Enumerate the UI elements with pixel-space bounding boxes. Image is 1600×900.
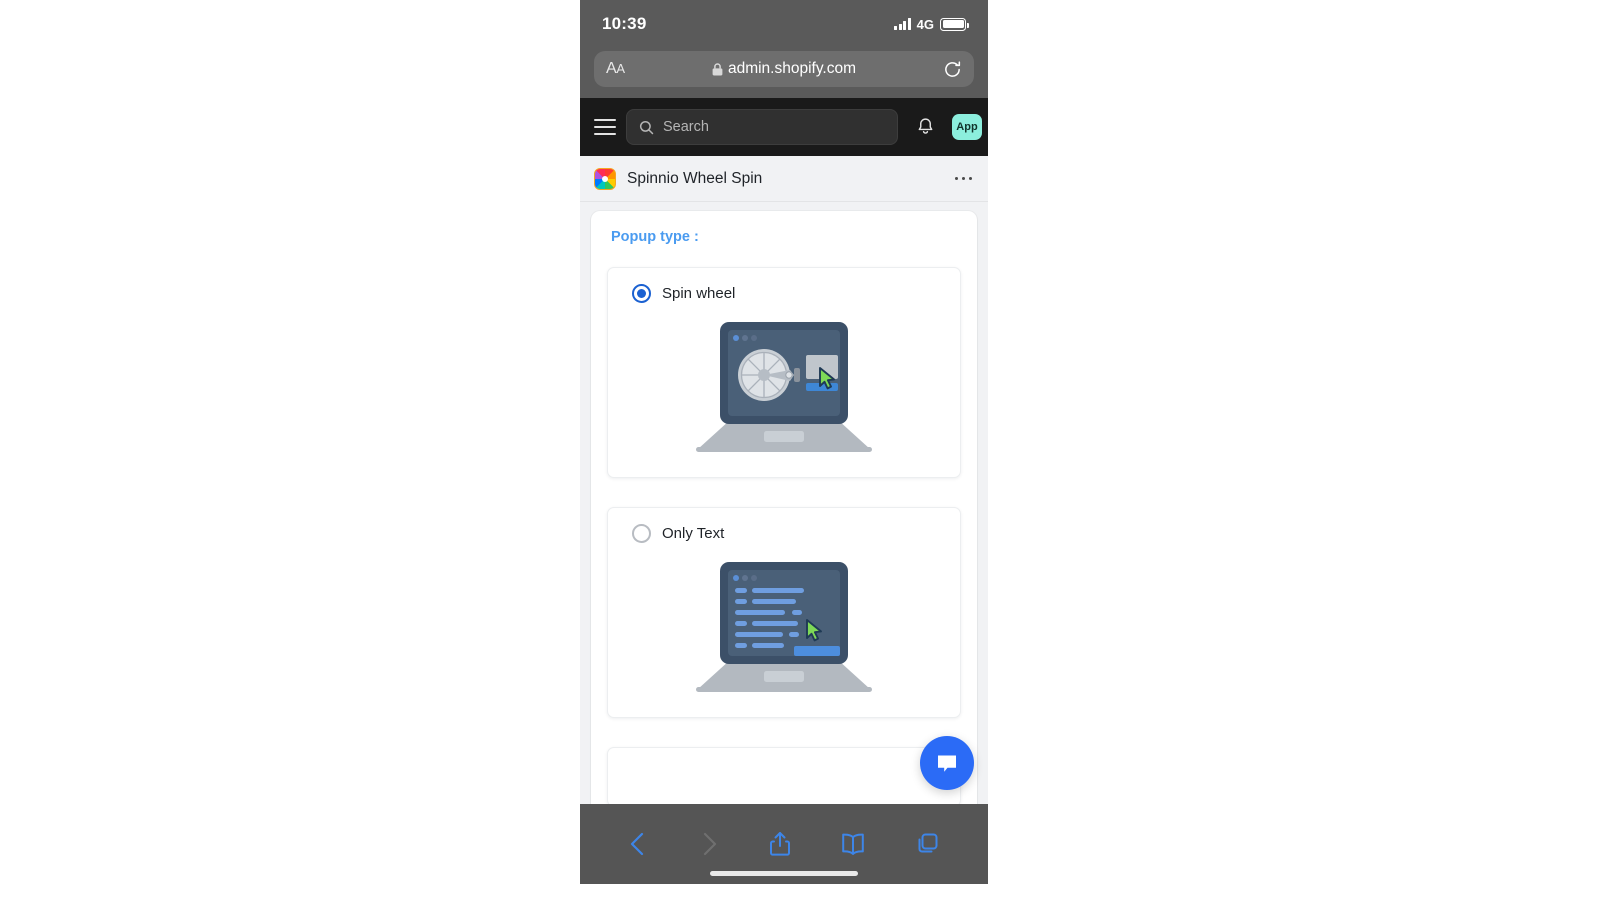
ios-status-bar: 10:39 4G <box>580 0 988 48</box>
option-card-only-text[interactable]: Only Text <box>607 507 961 718</box>
settings-card: Popup type : Spin wheel Only Text <box>591 211 977 804</box>
app-header-bar: Spinnio Wheel Spin <box>580 156 988 202</box>
url-text: admin.shopify.com <box>727 60 857 77</box>
book-icon[interactable] <box>840 830 866 858</box>
page-scroll-region[interactable]: Popup type : Spin wheel Only Text <box>580 202 988 804</box>
home-indicator <box>710 871 858 876</box>
tabs-icon[interactable] <box>915 830 941 858</box>
status-bar-time: 10:39 <box>602 14 647 33</box>
option-card-spin-wheel[interactable]: Spin wheel <box>607 267 961 478</box>
signal-bars-icon <box>894 18 911 30</box>
battery-full-icon <box>940 17 969 31</box>
chevron-right-icon <box>698 830 720 858</box>
safari-url-bar-container: AA admin.shopify.com <box>580 48 988 98</box>
status-bar-indicators: 4G <box>894 16 969 32</box>
option-header: Spin wheel <box>608 284 960 303</box>
laptop-only-text-illustration <box>684 553 884 708</box>
option-label: Spin wheel <box>662 285 736 302</box>
safari-url-bar[interactable]: AA admin.shopify.com <box>594 51 974 87</box>
reload-icon[interactable] <box>943 60 962 79</box>
account-badge[interactable]: App <box>952 114 982 140</box>
option-card-partial[interactable] <box>607 747 961 804</box>
more-horizontal-icon[interactable] <box>954 169 972 189</box>
chat-bubble-icon[interactable] <box>920 736 974 790</box>
popup-type-options: Spin wheel Only Text <box>591 245 977 804</box>
status-bar-network: 4G <box>916 16 934 32</box>
search-input[interactable]: Search <box>626 109 898 145</box>
laptop-spin-wheel-illustration <box>684 313 884 468</box>
section-label-popup-type: Popup type : <box>611 229 699 245</box>
radio-spin-wheel[interactable] <box>632 284 651 303</box>
shopify-top-nav: Search App <box>580 98 988 156</box>
bell-icon[interactable] <box>908 117 942 137</box>
url-display: admin.shopify.com <box>594 60 974 78</box>
share-icon[interactable] <box>769 830 791 858</box>
page-title: Spinnio Wheel Spin <box>627 169 763 187</box>
web-content-viewport: Search App Spinnio Wheel Spin Popup type… <box>580 98 988 804</box>
chevron-left-icon[interactable] <box>627 830 649 858</box>
hamburger-menu-icon[interactable] <box>594 119 616 135</box>
lock-icon <box>712 62 723 75</box>
spinnio-app-icon <box>594 167 616 190</box>
option-header: Only Text <box>608 524 960 543</box>
phone-screen: 10:39 4G AA admin.shopify.com Search App… <box>580 0 988 884</box>
radio-only-text[interactable] <box>632 524 651 543</box>
search-placeholder: Search <box>663 119 709 135</box>
text-size-button[interactable]: AA <box>606 60 625 78</box>
search-icon <box>639 120 654 134</box>
option-label: Only Text <box>662 525 725 542</box>
